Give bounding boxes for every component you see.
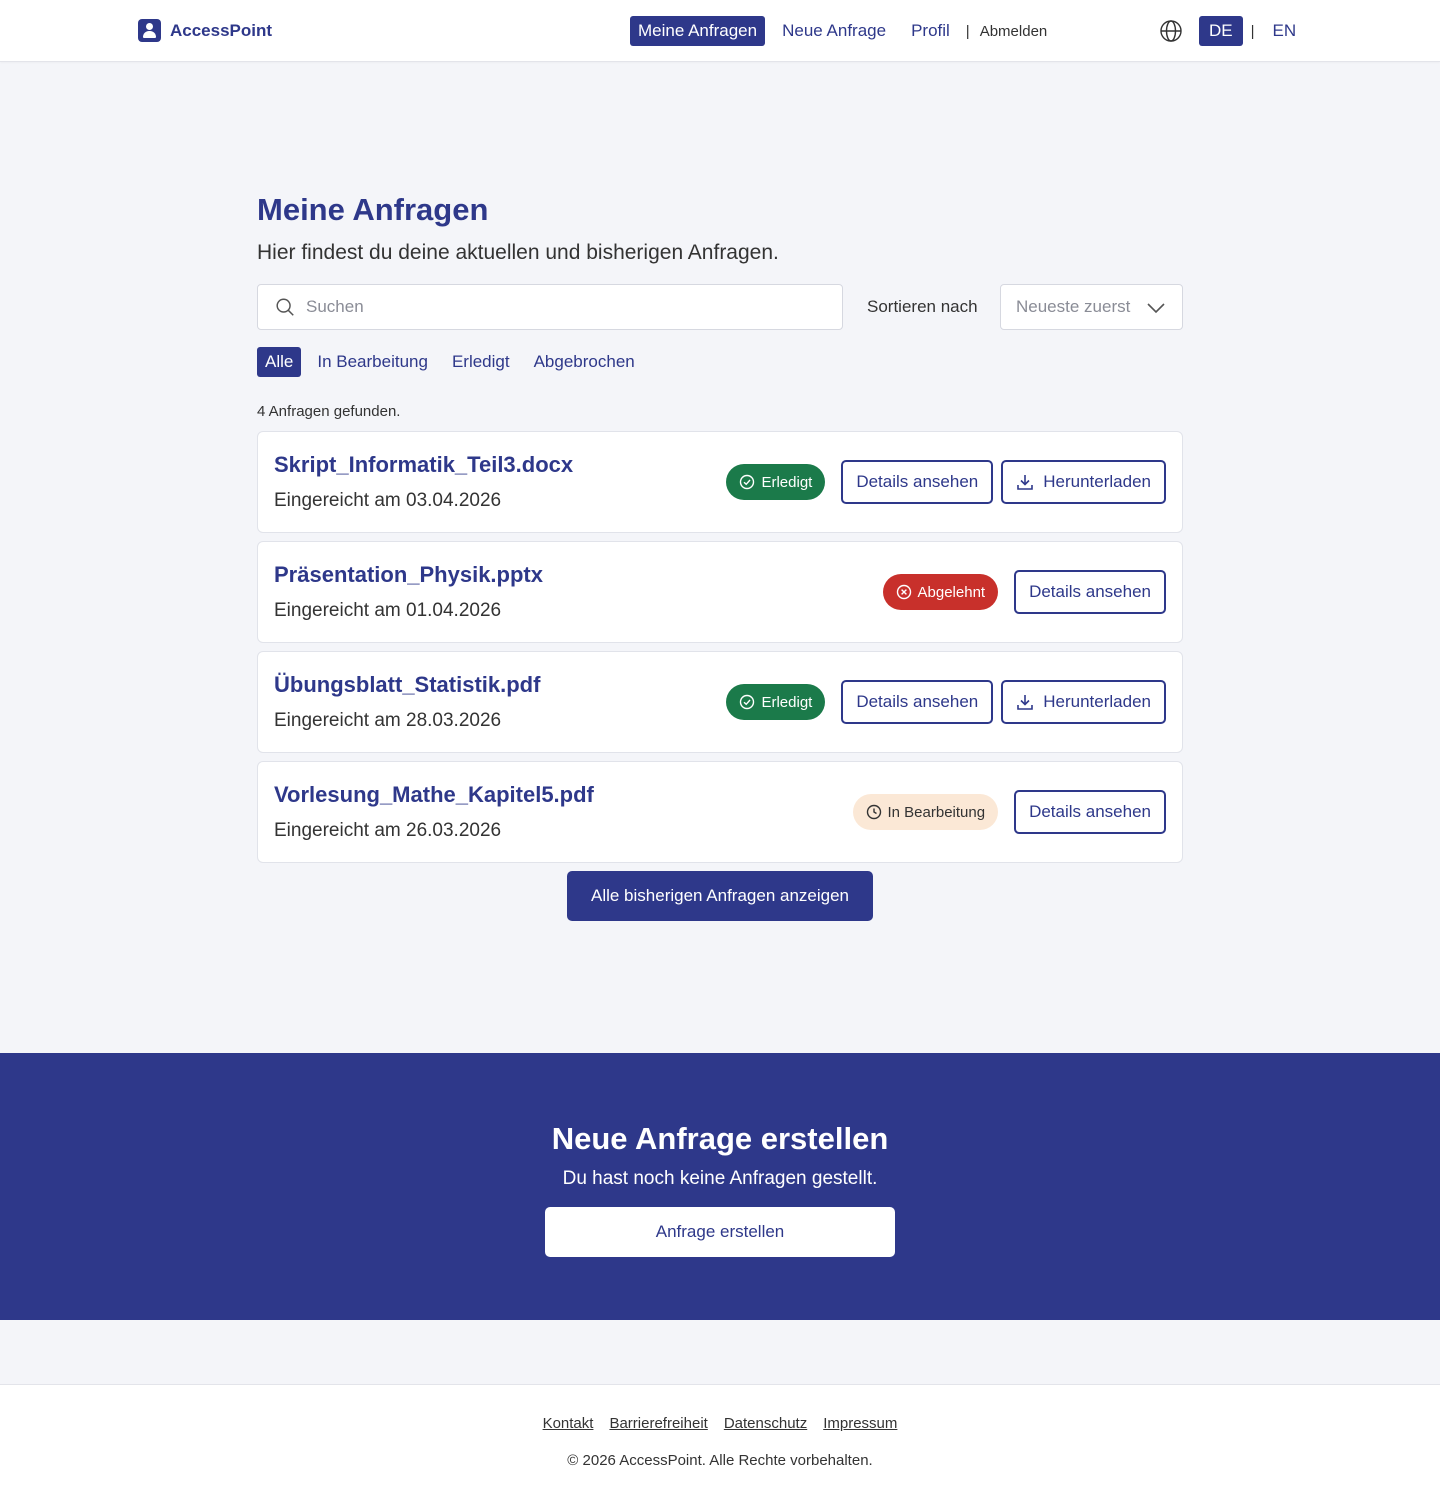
brand-name: AccessPoint <box>170 20 273 40</box>
details-button[interactable]: Details ansehen <box>1014 790 1166 834</box>
page-title: Meine Anfragen <box>257 192 489 227</box>
search-icon <box>276 298 294 316</box>
top-navigation-bar: AccessPoint Meine Anfragen Neue Anfrage … <box>0 0 1440 62</box>
status-badge-label: Abgelehnt <box>917 583 986 601</box>
status-badge: Erledigt <box>726 684 826 720</box>
request-card: Übungsblatt_Statistik.pdf Eingereicht am… <box>257 651 1183 753</box>
search-sort-controls: Sortieren nach Neueste zuerst <box>257 284 1183 330</box>
cta-subtitle: Du hast noch keine Anfragen gestellt. <box>562 1168 878 1189</box>
request-actions: Erledigt Details ansehen Herunterladen <box>726 460 1166 504</box>
request-date: Eingereicht am 01.04.2026 <box>274 600 502 621</box>
logout-link[interactable]: Abmelden <box>980 23 1048 40</box>
check-circle-icon <box>740 474 755 490</box>
filter-abgebrochen[interactable]: Abgebrochen <box>526 347 643 377</box>
language-separator: | <box>1250 22 1255 40</box>
filter-in-bearbeitung[interactable]: In Bearbeitung <box>309 347 436 377</box>
sort-select-value: Neueste zuerst <box>1016 297 1131 316</box>
status-badge-label: Erledigt <box>761 473 813 491</box>
language-en-button[interactable]: EN <box>1263 16 1307 46</box>
nav-item-profil[interactable]: Profil <box>903 16 958 46</box>
request-card: Präsentation_Physik.pptx Eingereicht am … <box>257 541 1183 643</box>
create-request-button[interactable]: Anfrage erstellen <box>545 1207 895 1257</box>
footer-link-impressum[interactable]: Impressum <box>823 1415 897 1432</box>
show-all-wrapper: Alle bisherigen Anfragen anzeigen <box>257 871 1183 921</box>
request-title: Skript_Informatik_Teil3.docx <box>274 452 574 477</box>
request-title: Präsentation_Physik.pptx <box>274 562 543 587</box>
language-de-button[interactable]: DE <box>1199 16 1243 46</box>
download-button-label: Herunterladen <box>1043 692 1151 711</box>
main-content: Meine Anfragen Hier findest du deine akt… <box>257 190 1183 921</box>
new-request-cta: Neue Anfrage erstellen Du hast noch kein… <box>0 1053 1440 1320</box>
footer-link-barrierefreiheit[interactable]: Barrierefreiheit <box>609 1415 707 1432</box>
sort-select[interactable]: Neueste zuerst <box>1000 284 1183 330</box>
sort-label: Sortieren nach <box>867 297 978 316</box>
download-icon <box>1017 475 1034 490</box>
nav-separator: | <box>965 22 970 40</box>
status-filter-tabs: Alle In Bearbeitung Erledigt Abgebrochen <box>257 347 1183 377</box>
globe-icon <box>1160 20 1182 42</box>
details-button-label: Details ansehen <box>856 692 979 711</box>
search-field[interactable] <box>257 284 843 330</box>
status-badge-label: Erledigt <box>761 693 813 711</box>
footer-links: Kontakt Barrierefreiheit Datenschutz Imp… <box>0 1415 1440 1432</box>
status-badge: Erledigt <box>726 464 826 500</box>
details-button-label: Details ansehen <box>1029 582 1151 601</box>
cta-title: Neue Anfrage erstellen <box>551 1121 889 1156</box>
status-badge-label: In Bearbeitung <box>887 803 986 821</box>
request-title: Übungsblatt_Statistik.pdf <box>274 672 541 697</box>
brand[interactable]: AccessPoint <box>138 19 272 42</box>
status-badge: Abgelehnt <box>882 574 999 610</box>
download-button[interactable]: Herunterladen <box>1001 460 1166 504</box>
check-circle-icon <box>740 694 755 710</box>
footer: Kontakt Barrierefreiheit Datenschutz Imp… <box>0 1384 1440 1504</box>
request-date: Eingereicht am 03.04.2026 <box>274 490 502 511</box>
download-icon <box>1017 695 1034 710</box>
request-card: Vorlesung_Mathe_Kapitel5.pdf Eingereicht… <box>257 761 1183 863</box>
result-count: 4 Anfragen gefunden. <box>257 403 401 420</box>
footer-link-kontakt[interactable]: Kontakt <box>543 1415 594 1432</box>
details-button[interactable]: Details ansehen <box>841 680 994 724</box>
request-actions: In Bearbeitung Details ansehen <box>852 790 1166 834</box>
language-switcher: DE | EN <box>1159 16 1306 46</box>
details-button[interactable]: Details ansehen <box>1014 570 1166 614</box>
status-badge: In Bearbeitung <box>852 794 999 830</box>
download-button[interactable]: Herunterladen <box>1001 680 1166 724</box>
request-title: Vorlesung_Mathe_Kapitel5.pdf <box>274 782 594 807</box>
request-actions: Erledigt Details ansehen Herunterladen <box>726 680 1166 724</box>
request-date: Eingereicht am 26.03.2026 <box>274 820 502 841</box>
show-all-requests-button[interactable]: Alle bisherigen Anfragen anzeigen <box>566 871 874 921</box>
request-list: Skript_Informatik_Teil3.docx Eingereicht… <box>257 431 1183 863</box>
copyright: © 2026 AccessPoint. Alle Rechte vorbehal… <box>567 1452 873 1469</box>
details-button-label: Details ansehen <box>856 472 979 491</box>
footer-link-datenschutz[interactable]: Datenschutz <box>724 1415 807 1432</box>
filter-alle[interactable]: Alle <box>257 347 302 377</box>
search-input[interactable] <box>306 297 806 317</box>
request-card: Skript_Informatik_Teil3.docx Eingereicht… <box>257 431 1183 533</box>
nav-item-meine-anfragen[interactable]: Meine Anfragen <box>630 16 766 46</box>
chevron-down-icon <box>1147 303 1165 314</box>
request-date: Eingereicht am 28.03.2026 <box>274 710 502 731</box>
clock-icon <box>866 804 881 820</box>
page-subtitle: Hier findest du deine aktuellen und bish… <box>257 241 779 264</box>
x-circle-icon <box>896 584 911 600</box>
user-icon <box>138 19 161 42</box>
details-button-label: Details ansehen <box>1029 802 1151 821</box>
download-button-label: Herunterladen <box>1043 472 1151 491</box>
details-button[interactable]: Details ansehen <box>841 460 994 504</box>
main-nav: Meine Anfragen Neue Anfrage Profil | Abm… <box>630 16 1047 46</box>
filter-erledigt[interactable]: Erledigt <box>444 347 518 377</box>
nav-item-neue-anfrage[interactable]: Neue Anfrage <box>774 16 894 46</box>
request-actions: Abgelehnt Details ansehen <box>882 570 1166 614</box>
